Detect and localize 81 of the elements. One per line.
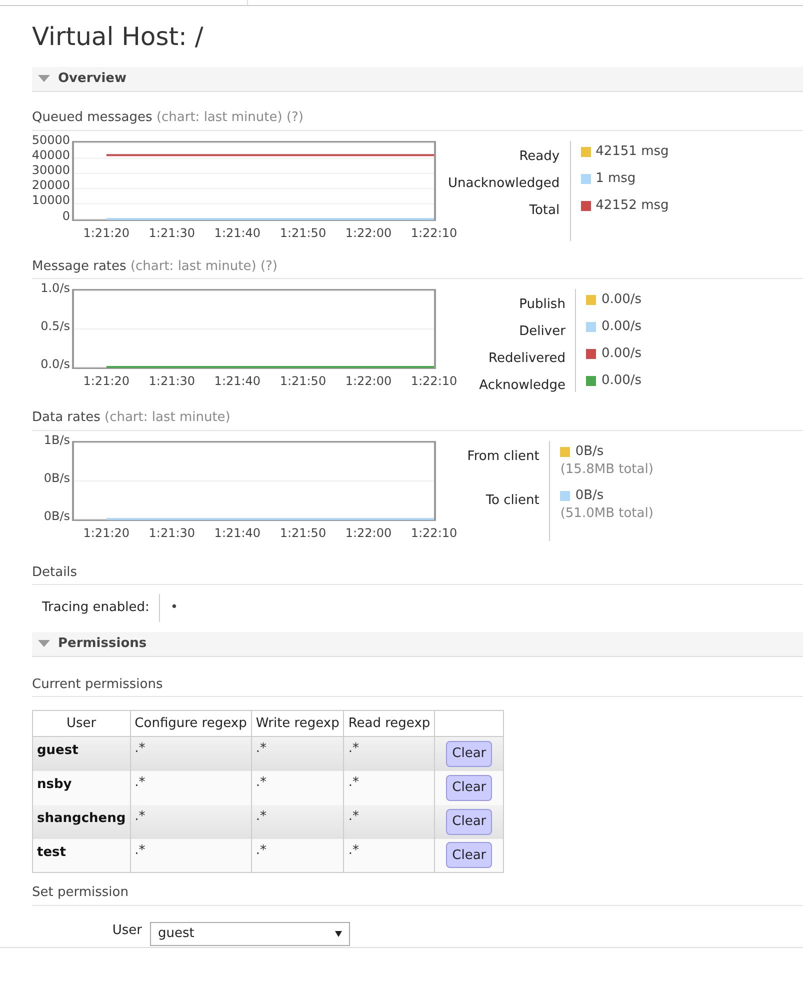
legend-value: 0.00/s (601, 291, 642, 309)
clear-button[interactable]: Clear (446, 774, 492, 800)
x-tick-label: 1:21:40 (214, 224, 261, 242)
x-tick-label: 1:22:10 (410, 224, 458, 242)
legend-total: (51.0MB total) (560, 504, 654, 522)
legend-label: Unacknowledged (448, 176, 560, 190)
x-tick-label: 1:22:10 (410, 524, 458, 542)
regexp-cell: .* (344, 838, 435, 872)
x-tick-label: 1:22:10 (410, 373, 458, 390)
clear-button[interactable]: Clear (446, 808, 492, 834)
chart-note: (chart: last minute) (104, 410, 230, 425)
clear-button[interactable]: Clear (446, 842, 492, 868)
x-tick-label: 1:22:00 (345, 373, 392, 390)
y-tick-label: 0B/s (44, 472, 70, 484)
y-tick-label: 40000 (32, 148, 70, 162)
x-tick-label: 1:22:00 (345, 524, 392, 542)
legend-label: Deliver (519, 324, 566, 339)
chart-note: (chart: last minute) (?) (156, 110, 304, 125)
x-tick-label: 1:21:40 (214, 524, 261, 542)
field-label: User (111, 922, 143, 940)
x-tick-label: 1:22:00 (345, 224, 392, 242)
detail-label: Tracing enabled: (42, 594, 160, 622)
y-tick-label: 1.0/s (40, 282, 70, 295)
x-tick-label: 1:21:50 (280, 524, 326, 542)
user-cell: test (32, 838, 130, 872)
legend-label: Acknowledge (479, 378, 566, 393)
y-tick-label: 30000 (32, 164, 70, 177)
regexp-cell: .* (130, 838, 252, 872)
legend-label: From client (467, 448, 540, 464)
x-tick-label: 1:21:20 (83, 524, 130, 542)
chart-title: Data rates (32, 410, 100, 425)
x-tick-label: 1:21:50 (280, 224, 326, 242)
regexp-cell: .* (251, 838, 344, 872)
legend-value: 42152 msg (596, 196, 669, 214)
section-title: Overview (58, 70, 127, 88)
legend-value: 0.00/s (601, 372, 642, 390)
detail-value: • (169, 599, 178, 617)
section-header[interactable]: Overview (32, 67, 803, 92)
y-tick-label: 50000 (32, 134, 70, 146)
y-tick-label: 1B/s (44, 434, 70, 446)
chart-title: Message rates (32, 258, 126, 274)
column-header: Configure regexp (130, 710, 252, 736)
legend-value: 0B/s (575, 442, 604, 460)
collapse-caret-icon[interactable] (38, 75, 50, 83)
chart-title: Queued messages (32, 110, 152, 125)
x-tick-label: 1:21:50 (280, 373, 326, 390)
section-header[interactable]: Permissions (32, 632, 803, 656)
legend-label: Redelivered (488, 351, 566, 366)
legend-label: Total (529, 202, 560, 218)
chart-note: (chart: last minute) (?) (130, 258, 278, 274)
x-tick-label: 1:21:30 (148, 224, 196, 242)
x-tick-label: 1:21:30 (148, 524, 196, 542)
y-tick-label: 0B/s (44, 510, 70, 522)
legend-value: 1 msg (596, 170, 636, 188)
legend-value: 42151 msg (596, 142, 669, 160)
y-tick-label: 0.0/s (40, 358, 70, 371)
clear-button[interactable]: Clear (446, 740, 492, 767)
legend-label: Ready (519, 148, 560, 164)
subsection-title: Current permissions (32, 676, 163, 692)
legend-total: (15.8MB total) (560, 460, 654, 478)
collapse-caret-icon[interactable] (38, 640, 50, 648)
dropdown-arrow-icon (335, 930, 342, 936)
legend-label: To client (486, 492, 540, 508)
legend-value: 0.00/s (601, 345, 642, 363)
details-title: Details (32, 564, 78, 580)
y-tick-label: 10000 (32, 194, 70, 208)
x-tick-label: 1:21:40 (214, 373, 261, 390)
page-title: Virtual Host: / (32, 21, 204, 53)
subsection-title: Set permission (32, 885, 128, 900)
x-tick-label: 1:21:20 (83, 373, 130, 390)
section-title: Permissions (58, 634, 147, 653)
column-header: User (32, 710, 130, 736)
legend-value: 0B/s (575, 486, 604, 504)
y-tick-label: 0 (62, 210, 70, 222)
legend-value: 0.00/s (601, 318, 642, 336)
legend-label: Publish (519, 297, 566, 312)
y-tick-label: 0.5/s (40, 320, 70, 333)
user-select[interactable]: guest (150, 922, 350, 946)
x-tick-label: 1:21:30 (148, 373, 196, 390)
x-tick-label: 1:21:20 (83, 224, 130, 242)
y-tick-label: 20000 (32, 179, 70, 192)
